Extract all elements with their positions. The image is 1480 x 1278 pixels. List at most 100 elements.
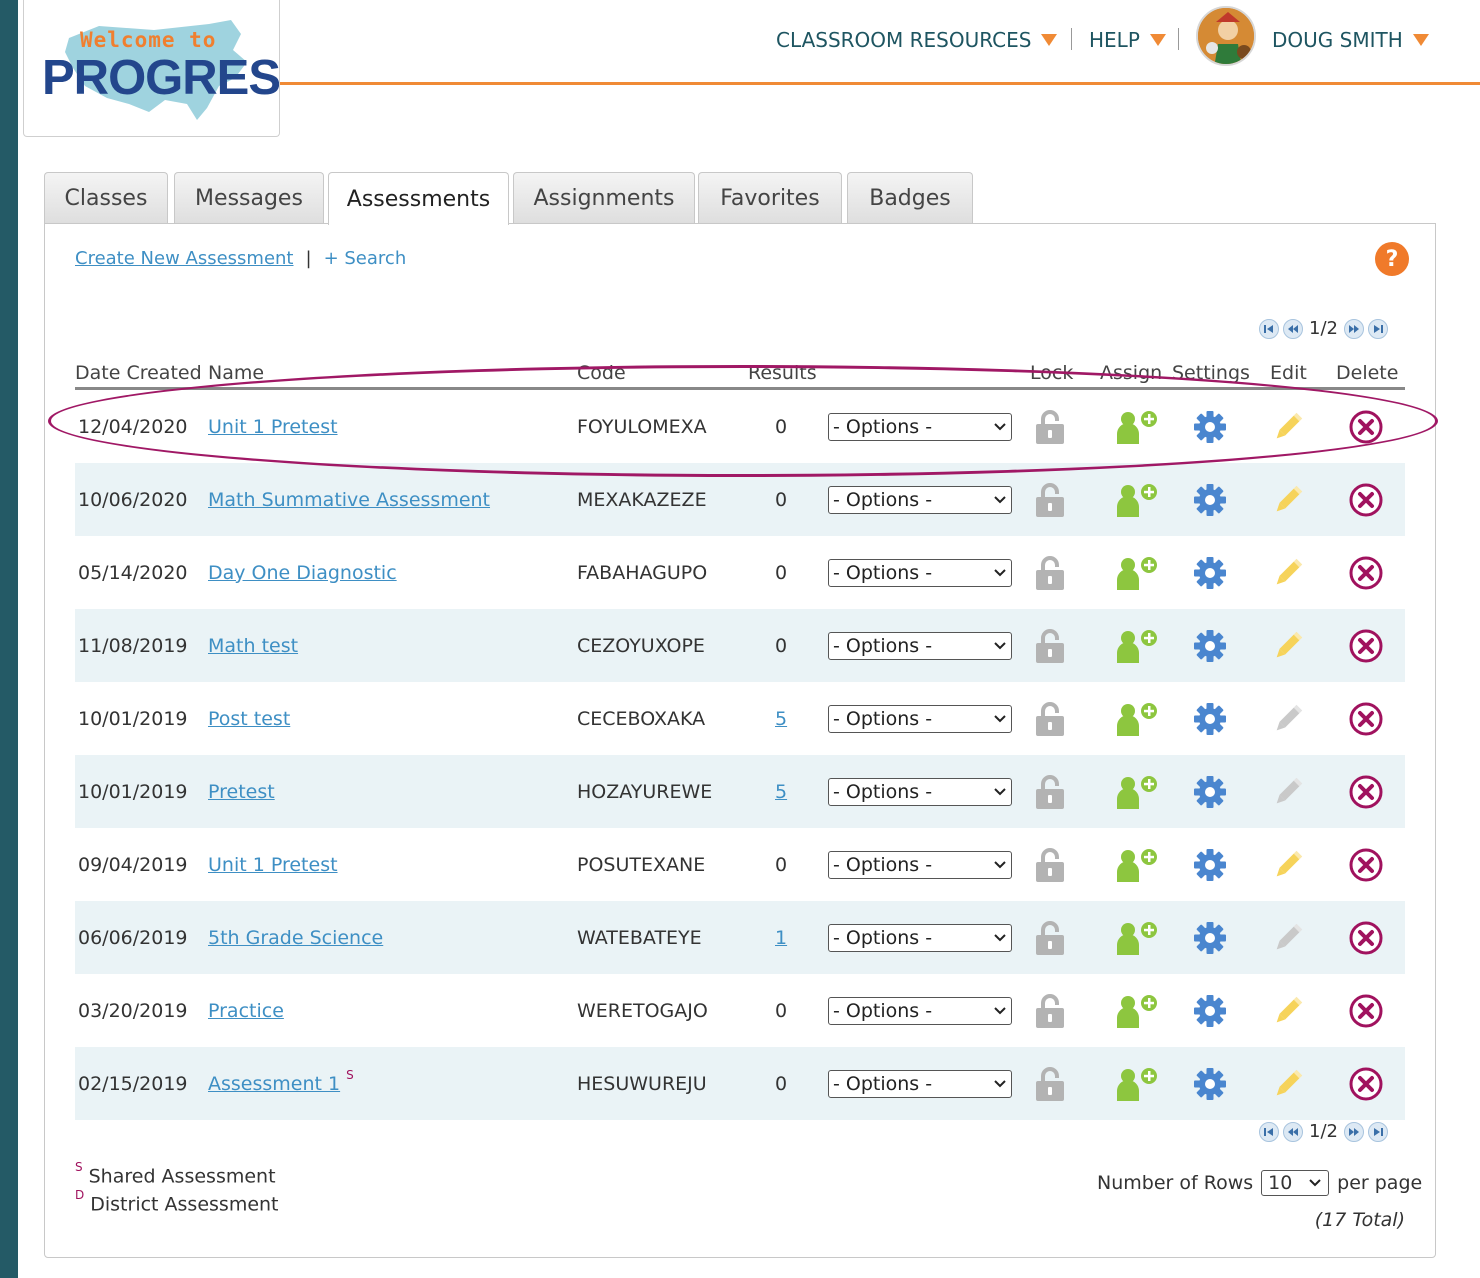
last-page-icon[interactable]	[1367, 318, 1388, 339]
options-select[interactable]: - Options -	[828, 923, 1012, 952]
assessment-name-link[interactable]: Unit 1 Pretest	[208, 416, 338, 438]
lock-open-icon[interactable]	[1035, 536, 1065, 609]
assessment-name-link[interactable]: Pretest	[208, 781, 275, 803]
pencil-icon[interactable]	[1271, 609, 1305, 682]
pencil-icon[interactable]	[1271, 755, 1305, 828]
lock-open-icon[interactable]	[1035, 828, 1065, 901]
pencil-icon[interactable]	[1271, 1047, 1305, 1120]
options-select[interactable]: - Options -	[828, 485, 1012, 514]
tab-messages[interactable]: Messages	[174, 172, 324, 224]
col-results[interactable]: Results	[748, 362, 817, 384]
tab-classes[interactable]: Classes	[44, 172, 168, 224]
gear-icon[interactable]	[1193, 1047, 1227, 1120]
assessment-name-link[interactable]: Day One Diagnostic	[208, 562, 397, 584]
help-icon[interactable]: ?	[1375, 242, 1409, 276]
gear-icon[interactable]	[1193, 828, 1227, 901]
tab-favorites[interactable]: Favorites	[698, 172, 842, 224]
assessment-name-link[interactable]: Assessment 1	[208, 1073, 340, 1095]
assessment-name-link[interactable]: Unit 1 Pretest	[208, 854, 338, 876]
user-add-icon[interactable]	[1115, 463, 1159, 536]
close-circle-icon[interactable]	[1349, 755, 1383, 828]
options-select[interactable]: - Options -	[828, 631, 1012, 660]
lock-open-icon[interactable]	[1035, 609, 1065, 682]
user-add-icon[interactable]	[1115, 609, 1159, 682]
close-circle-icon[interactable]	[1349, 390, 1383, 463]
tab-badges[interactable]: Badges	[847, 172, 973, 224]
col-name[interactable]: Name	[208, 362, 264, 384]
close-circle-icon[interactable]	[1349, 682, 1383, 755]
next-page-icon[interactable]	[1343, 318, 1364, 339]
options-select[interactable]: - Options -	[828, 558, 1012, 587]
gear-icon[interactable]	[1193, 974, 1227, 1047]
user-add-icon[interactable]	[1115, 828, 1159, 901]
pencil-icon[interactable]	[1271, 682, 1305, 755]
close-circle-icon[interactable]	[1349, 974, 1383, 1047]
gear-icon[interactable]	[1193, 901, 1227, 974]
user-add-icon[interactable]	[1115, 390, 1159, 463]
pencil-icon[interactable]	[1271, 974, 1305, 1047]
options-select[interactable]: - Options -	[828, 850, 1012, 879]
assessment-name-link[interactable]: Math Summative Assessment	[208, 489, 490, 511]
gear-icon[interactable]	[1193, 609, 1227, 682]
pencil-icon[interactable]	[1271, 390, 1305, 463]
gear-icon[interactable]	[1193, 390, 1227, 463]
lock-open-icon[interactable]	[1035, 463, 1065, 536]
options-select[interactable]: - Options -	[828, 1069, 1012, 1098]
nav-classroom-resources[interactable]: CLASSROOM RESOURCES	[776, 22, 1058, 58]
assessment-name-link[interactable]: 5th Grade Science	[208, 927, 383, 949]
assessment-name-link[interactable]: Practice	[208, 1000, 284, 1022]
nav-user-menu[interactable]: DOUG SMITH	[1272, 22, 1429, 58]
user-add-icon[interactable]	[1115, 536, 1159, 609]
search-toggle-link[interactable]: + Search	[324, 248, 407, 269]
avatar[interactable]	[1196, 6, 1256, 66]
options-select[interactable]: - Options -	[828, 996, 1012, 1025]
first-page-icon[interactable]	[1259, 318, 1279, 339]
next-page-icon[interactable]	[1343, 1121, 1364, 1142]
user-add-icon[interactable]	[1115, 755, 1159, 828]
first-page-icon[interactable]	[1259, 1121, 1279, 1142]
pencil-icon[interactable]	[1271, 463, 1305, 536]
close-circle-icon[interactable]	[1349, 463, 1383, 536]
create-assessment-link[interactable]: Create New Assessment	[75, 248, 294, 269]
close-circle-icon[interactable]	[1349, 536, 1383, 609]
tab-assessments[interactable]: Assessments	[328, 172, 509, 225]
prev-page-icon[interactable]	[1283, 1121, 1303, 1142]
rows-per-page-select[interactable]: 10	[1261, 1170, 1330, 1196]
options-select[interactable]: - Options -	[828, 704, 1012, 733]
lock-open-icon[interactable]	[1035, 901, 1065, 974]
gear-icon[interactable]	[1193, 463, 1227, 536]
user-add-icon[interactable]	[1115, 682, 1159, 755]
pencil-icon[interactable]	[1271, 901, 1305, 974]
options-select[interactable]: - Options -	[828, 777, 1012, 806]
lock-open-icon[interactable]	[1035, 682, 1065, 755]
pencil-icon[interactable]	[1271, 828, 1305, 901]
results-count[interactable]: 5	[775, 708, 787, 730]
col-code[interactable]: Code	[577, 362, 626, 384]
options-select[interactable]: - Options -	[828, 412, 1012, 441]
nav-help[interactable]: HELP	[1089, 22, 1166, 58]
user-add-icon[interactable]	[1115, 901, 1159, 974]
gear-icon[interactable]	[1193, 682, 1227, 755]
lock-open-icon[interactable]	[1035, 390, 1065, 463]
close-circle-icon[interactable]	[1349, 1047, 1383, 1120]
user-add-icon[interactable]	[1115, 1047, 1159, 1120]
close-circle-icon[interactable]	[1349, 901, 1383, 974]
assessment-name-link[interactable]: Math test	[208, 635, 298, 657]
lock-open-icon[interactable]	[1035, 1047, 1065, 1120]
assessment-name-link[interactable]: Post test	[208, 708, 290, 730]
user-add-icon[interactable]	[1115, 974, 1159, 1047]
results-count[interactable]: 5	[775, 781, 787, 803]
results-count[interactable]: 1	[775, 927, 787, 949]
close-circle-icon[interactable]	[1349, 828, 1383, 901]
gear-icon[interactable]	[1193, 536, 1227, 609]
col-date-created[interactable]: Date Created	[75, 362, 202, 384]
lock-open-icon[interactable]	[1035, 755, 1065, 828]
lock-open-icon[interactable]	[1035, 974, 1065, 1047]
tab-assignments[interactable]: Assignments	[513, 172, 695, 224]
last-page-icon[interactable]	[1367, 1121, 1388, 1142]
pencil-icon[interactable]	[1271, 536, 1305, 609]
logo[interactable]: Welcome to PROGRESS	[23, 0, 280, 137]
close-circle-icon[interactable]	[1349, 609, 1383, 682]
prev-page-icon[interactable]	[1283, 318, 1303, 339]
gear-icon[interactable]	[1193, 755, 1227, 828]
